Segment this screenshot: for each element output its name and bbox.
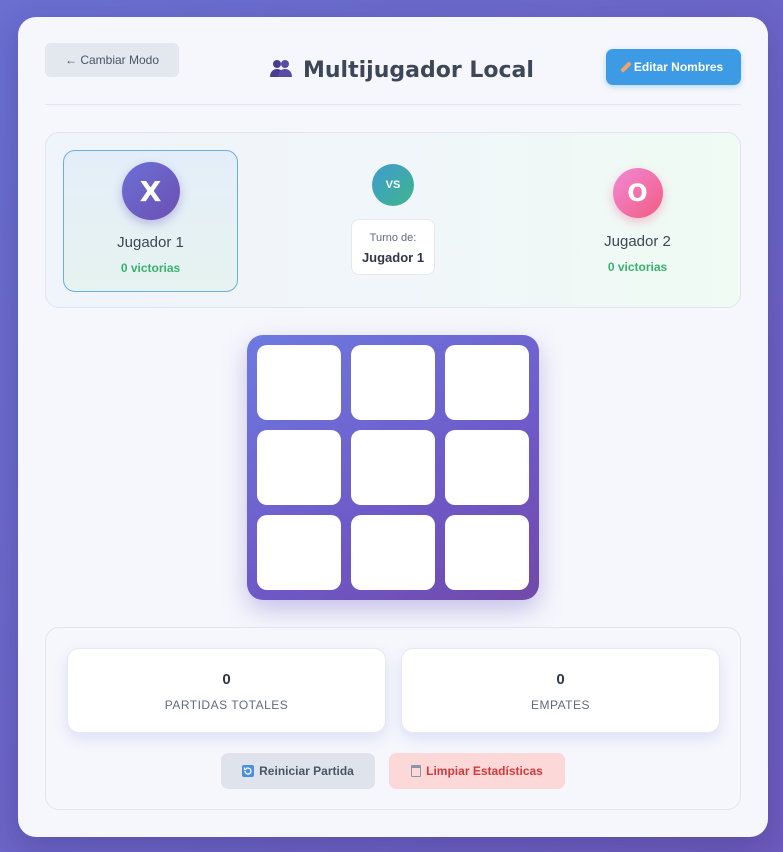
clear-stats-button[interactable]: Limpiar Estadísticas bbox=[389, 753, 565, 789]
player-1-name: Jugador 1 bbox=[117, 234, 184, 251]
draws-label: EMPATES bbox=[530, 698, 591, 712]
refresh-icon bbox=[242, 765, 255, 777]
board-cell[interactable] bbox=[445, 515, 529, 590]
board-cell[interactable] bbox=[257, 345, 341, 420]
players-panel: X Jugador 1 0 victorias VS Turno de: Jug… bbox=[45, 132, 741, 308]
player-1-card: X Jugador 1 0 victorias bbox=[63, 150, 238, 292]
change-mode-button[interactable]: ← Cambiar Modo bbox=[45, 43, 179, 77]
board-cell[interactable] bbox=[445, 345, 529, 420]
clear-stats-label: Limpiar Estadísticas bbox=[426, 764, 543, 778]
player-2-wins: 0 victorias bbox=[607, 260, 668, 274]
turn-indicator: Turno de: Jugador 1 bbox=[351, 219, 435, 275]
header: ← Cambiar Modo Multijugador Local Editar… bbox=[45, 43, 741, 105]
player-2-avatar: O bbox=[612, 168, 663, 218]
player-1-avatar: X bbox=[121, 162, 180, 220]
page-title-text: Multijugador Local bbox=[303, 57, 534, 83]
reset-game-button[interactable]: Reiniciar Partida bbox=[221, 753, 375, 789]
vs-badge: VS bbox=[372, 164, 414, 206]
reset-game-label: Reiniciar Partida bbox=[259, 764, 354, 778]
turn-player: Jugador 1 bbox=[361, 250, 425, 265]
page-title: Multijugador Local bbox=[269, 55, 534, 85]
change-mode-label: ← Cambiar Modo bbox=[64, 53, 160, 67]
total-games-value: 0 bbox=[222, 671, 231, 688]
game-board bbox=[247, 335, 539, 600]
player-2-name: Jugador 2 bbox=[604, 233, 671, 250]
board-cell[interactable] bbox=[257, 515, 341, 590]
board-cell[interactable] bbox=[351, 515, 435, 590]
board-cell[interactable] bbox=[351, 430, 435, 505]
people-icon bbox=[269, 58, 293, 83]
draws-value: 0 bbox=[556, 671, 565, 688]
game-card: ← Cambiar Modo Multijugador Local Editar… bbox=[18, 17, 768, 837]
stats-panel: 0 PARTIDAS TOTALES 0 EMPATES Reiniciar P… bbox=[45, 627, 741, 810]
pencil-icon bbox=[620, 61, 632, 73]
board-cell[interactable] bbox=[445, 430, 529, 505]
board-cell[interactable] bbox=[257, 430, 341, 505]
board-cell[interactable] bbox=[351, 345, 435, 420]
trash-icon bbox=[411, 765, 422, 777]
turn-label: Turno de: bbox=[369, 232, 417, 244]
player-1-wins: 0 victorias bbox=[120, 261, 181, 275]
player-2-card: O Jugador 2 0 victorias bbox=[550, 150, 725, 292]
total-games-label: PARTIDAS TOTALES bbox=[164, 698, 289, 712]
edit-names-label: Editar Nombres bbox=[633, 60, 724, 74]
draws-stat: 0 EMPATES bbox=[401, 648, 720, 733]
edit-names-button[interactable]: Editar Nombres bbox=[606, 49, 741, 85]
total-games-stat: 0 PARTIDAS TOTALES bbox=[67, 648, 386, 733]
